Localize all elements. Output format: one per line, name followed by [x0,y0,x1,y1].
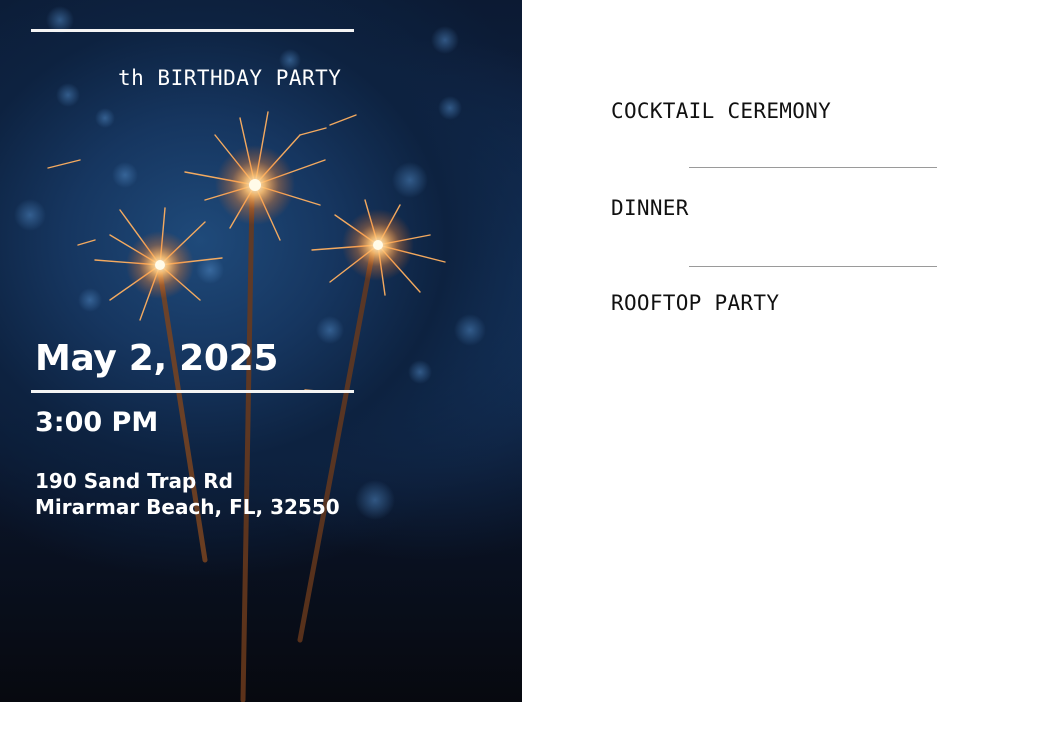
schedule-item-rooftop: ROOFTOP PARTY [611,291,780,315]
schedule-divider [689,266,937,267]
sparkler-photo-panel: th BIRTHDAY PARTY May 2, 2025 3:00 PM 19… [0,0,522,702]
schedule-divider [689,167,937,168]
date-rule [31,390,354,393]
top-rule [31,29,354,32]
invitation-title: th BIRTHDAY PARTY [118,66,342,90]
address-line-1: 190 Sand Trap Rd [35,469,233,493]
sparkler-glows [126,145,414,299]
address-line-2: Mirarmar Beach, FL, 32550 [35,495,340,519]
schedule-item-cocktail: COCKTAIL CEREMONY [611,99,832,123]
event-time: 3:00 PM [35,407,159,438]
schedule-item-dinner: DINNER [611,196,689,220]
event-date: May 2, 2025 [35,338,279,379]
